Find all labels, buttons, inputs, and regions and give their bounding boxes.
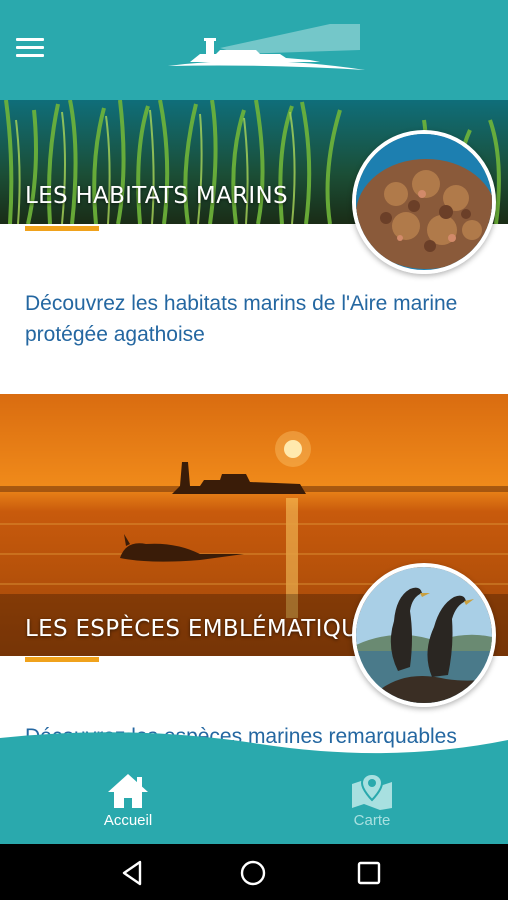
home-circle-icon[interactable]	[238, 858, 268, 888]
home-icon	[108, 774, 148, 808]
recents-square-icon[interactable]	[354, 858, 384, 888]
especes-thumbnail[interactable]	[352, 563, 496, 707]
hamburger-menu-icon[interactable]	[16, 38, 44, 58]
back-triangle-icon[interactable]	[118, 858, 148, 888]
bottom-navigation: Accueil Carte	[0, 764, 508, 844]
habitats-thumbnail[interactable]	[352, 130, 496, 274]
especes-title-underline	[25, 657, 99, 662]
habitats-description-link[interactable]: Découvrez les habitats marins de l'Aire …	[25, 288, 485, 350]
lighthouse-fort-logo	[168, 24, 365, 70]
habitats-title: LES HABITATS MARINS	[25, 183, 288, 209]
bottom-nav-wave	[0, 732, 508, 768]
nav-carte-label: Carte	[353, 812, 391, 829]
system-navigation-bar	[0, 844, 508, 900]
habitats-title-underline	[25, 226, 99, 231]
app-header	[0, 0, 508, 100]
nav-carte-tab[interactable]: Carte	[312, 764, 432, 844]
nav-accueil-tab[interactable]: Accueil	[68, 764, 188, 844]
nav-accueil-label: Accueil	[103, 812, 153, 829]
especes-title: LES ESPÈCES EMBLÉMATIQUES	[25, 616, 388, 642]
map-pin-icon	[352, 772, 392, 810]
